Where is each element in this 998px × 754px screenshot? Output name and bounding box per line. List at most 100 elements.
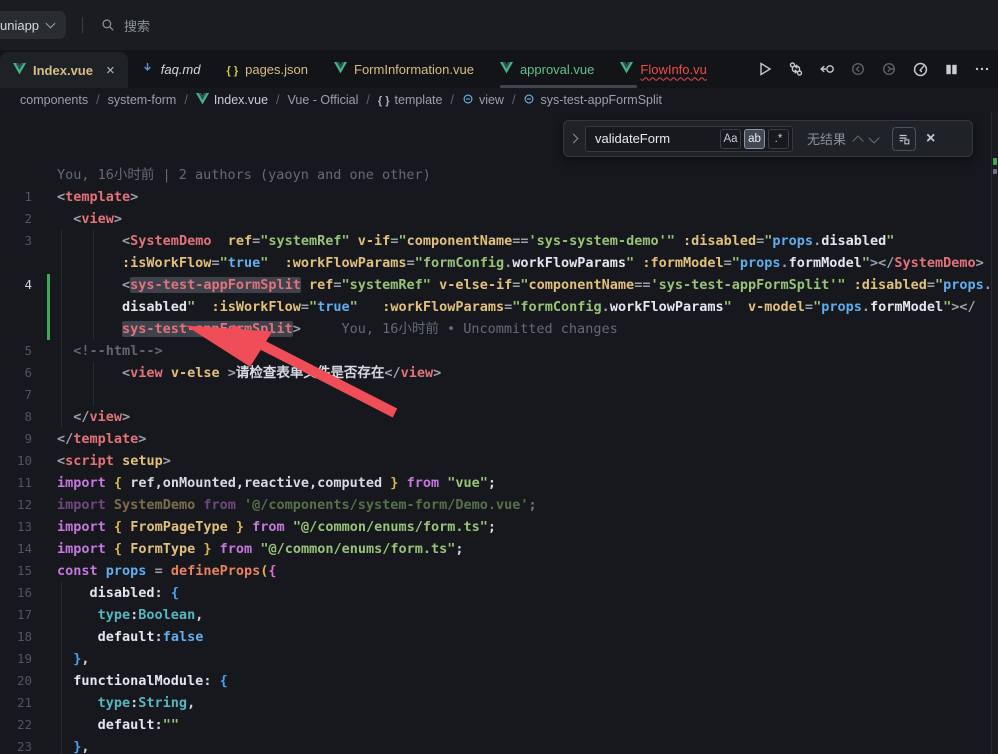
line-text: sys-test-appFormSplit> You, 16小时前 • Unco… bbox=[57, 318, 618, 340]
line-text: </template> bbox=[57, 428, 146, 450]
code-line[interactable]: 6 <view v-else >请检查表单文件是否存在</view> bbox=[0, 362, 991, 384]
code-line[interactable]: 21 type:String, bbox=[0, 692, 991, 714]
line-text: <!--html--> bbox=[57, 340, 163, 362]
code-line[interactable]: 2 <view> bbox=[0, 208, 991, 230]
code-line[interactable]: 19 }, bbox=[0, 648, 991, 670]
code-line[interactable]: 9 </template> bbox=[0, 428, 991, 450]
code-line[interactable]: 8 </view> bbox=[0, 406, 991, 428]
open-changes-icon[interactable] bbox=[817, 59, 837, 79]
find-results-count: 无结果 bbox=[807, 129, 846, 148]
breadcrumb-item-system-form[interactable]: system-form bbox=[108, 93, 177, 107]
code-line[interactable]: 13import { FromPageType } from "@/common… bbox=[0, 516, 991, 538]
line-number: 4 bbox=[0, 274, 32, 296]
find-input[interactable]: validateForm Aa ab .* bbox=[585, 126, 793, 152]
tab-pages.json[interactable]: { } pages.json bbox=[213, 50, 321, 88]
line-text: <view> bbox=[57, 208, 122, 230]
code-line[interactable]: 10<script setup> bbox=[0, 450, 991, 472]
close-icon[interactable]: × bbox=[926, 130, 935, 148]
toggle-replace-icon[interactable] bbox=[569, 134, 579, 144]
line-number: 9 bbox=[0, 428, 32, 450]
tab-faq.md[interactable]: faq.md bbox=[128, 50, 214, 88]
vue-icon bbox=[13, 63, 26, 78]
code-area[interactable]: You, 16小时前 | 2 authors (yaoyn and one ot… bbox=[0, 164, 991, 754]
code-line[interactable]: 4 <sys-test-appFormSplit ref="systemRef"… bbox=[0, 274, 991, 296]
run-icon[interactable] bbox=[755, 59, 775, 79]
find-next-icon[interactable] bbox=[868, 132, 879, 143]
regex-toggle[interactable]: .* bbox=[768, 129, 789, 149]
line-number: 15 bbox=[0, 560, 32, 582]
chevron-down-icon bbox=[46, 19, 56, 29]
tab-label: Index.vue bbox=[33, 63, 93, 78]
match-case-toggle[interactable]: Aa bbox=[720, 129, 741, 149]
breadcrumb-item-sys-test-appFormSplit[interactable]: sys-test-appFormSplit bbox=[523, 93, 662, 108]
divider bbox=[82, 17, 83, 33]
tab-Index.vue[interactable]: Index.vue × bbox=[0, 52, 128, 88]
breadcrumb-separator: / bbox=[512, 93, 515, 107]
line-text: import { FromPageType } from "@/common/e… bbox=[57, 516, 496, 538]
global-search[interactable]: 搜索 bbox=[101, 16, 150, 35]
whole-word-toggle[interactable]: ab bbox=[744, 129, 765, 149]
line-number: 19 bbox=[0, 648, 32, 670]
code-line[interactable]: 20 functionalModule: { bbox=[0, 670, 991, 692]
code-line[interactable]: 12import SystemDemo from '@/components/s… bbox=[0, 494, 991, 516]
tab-FormInformation.vue[interactable]: FormInformation.vue bbox=[321, 50, 487, 88]
tab-scrollbar[interactable] bbox=[500, 85, 637, 88]
split-editor-icon[interactable] bbox=[941, 59, 961, 79]
breadcrumb-item-components[interactable]: components bbox=[20, 93, 88, 107]
run-code-icon[interactable] bbox=[910, 59, 930, 79]
line-number: 20 bbox=[0, 670, 32, 692]
symbol-icon bbox=[462, 93, 474, 108]
code-line[interactable]: 14import { FormType } from "@/common/enu… bbox=[0, 538, 991, 560]
code-line[interactable]: 16 disabled: { bbox=[0, 582, 991, 604]
find-previous-icon[interactable] bbox=[852, 135, 863, 146]
line-text: <view v-else >请检查表单文件是否存在</view> bbox=[57, 362, 441, 384]
code-line[interactable]: 1<template> bbox=[0, 186, 991, 208]
breadcrumb-separator: / bbox=[184, 93, 187, 107]
close-tab-icon[interactable]: × bbox=[106, 63, 115, 78]
code-line[interactable]: You, 16小时前 | 2 authors (yaoyn and one ot… bbox=[0, 164, 991, 186]
symbol-icon bbox=[523, 93, 535, 108]
breadcrumb-label: view bbox=[479, 93, 504, 107]
vue-icon bbox=[620, 62, 633, 77]
tab-label: faq.md bbox=[161, 62, 201, 77]
tab-label: pages.json bbox=[245, 62, 308, 77]
overview-ruler[interactable] bbox=[991, 112, 998, 754]
source-control-graph-icon[interactable] bbox=[786, 59, 806, 79]
breadcrumb-item-Index.vue[interactable]: Index.vue bbox=[196, 93, 268, 108]
tab-FlowInfo.vu[interactable]: FlowInfo.vu bbox=[607, 50, 719, 88]
code-line[interactable]: 18 default:false bbox=[0, 626, 991, 648]
code-line[interactable]: 7 bbox=[0, 384, 991, 406]
project-switcher[interactable]: uniapp bbox=[0, 11, 66, 39]
breadcrumb-item-view[interactable]: view bbox=[462, 93, 504, 108]
code-line[interactable]: 23 }, bbox=[0, 736, 991, 754]
git-added-marker bbox=[993, 158, 997, 165]
code-line[interactable]: 15const props = defineProps({ bbox=[0, 560, 991, 582]
code-line[interactable]: 11import { ref,onMounted,reactive,comput… bbox=[0, 472, 991, 494]
code-line[interactable]: 3 <SystemDemo ref="systemRef" v-if="comp… bbox=[0, 230, 991, 252]
line-text: <script setup> bbox=[57, 450, 171, 472]
breadcrumb-item-Vue - Official[interactable]: Vue - Official bbox=[288, 93, 359, 107]
code-line[interactable]: :isWorkFlow="true" :workFlowParams="form… bbox=[0, 252, 991, 274]
vue-icon bbox=[334, 62, 347, 77]
more-actions-icon[interactable] bbox=[972, 59, 992, 79]
code-editor[interactable]: You, 16小时前 | 2 authors (yaoyn and one ot… bbox=[0, 112, 998, 754]
line-number: 21 bbox=[0, 692, 32, 714]
code-line[interactable]: 22 default:"" bbox=[0, 714, 991, 736]
code-line[interactable]: 5 <!--html--> bbox=[0, 340, 991, 362]
nav-forward-icon[interactable] bbox=[879, 59, 899, 79]
find-in-selection-icon[interactable] bbox=[892, 127, 916, 151]
line-number: 22 bbox=[0, 714, 32, 736]
braces-icon: { } bbox=[226, 62, 238, 77]
breadcrumb-separator: / bbox=[450, 93, 453, 107]
breadcrumb-label: template bbox=[395, 93, 443, 107]
find-query[interactable]: validateForm bbox=[595, 131, 717, 146]
code-line[interactable]: disabled" :isWorkFlow="true" :workFlowPa… bbox=[0, 296, 991, 318]
tab-label: approval.vue bbox=[520, 62, 594, 77]
nav-back-icon[interactable] bbox=[848, 59, 868, 79]
breadcrumb-item-template[interactable]: { }template bbox=[378, 93, 443, 107]
line-text: You, 16小时前 | 2 authors (yaoyn and one ot… bbox=[57, 164, 431, 186]
git-change-bar bbox=[47, 274, 50, 296]
code-line[interactable]: 17 type:Boolean, bbox=[0, 604, 991, 626]
code-line[interactable]: sys-test-appFormSplit> You, 16小时前 • Unco… bbox=[0, 318, 991, 340]
tab-approval.vue[interactable]: approval.vue bbox=[487, 50, 607, 88]
